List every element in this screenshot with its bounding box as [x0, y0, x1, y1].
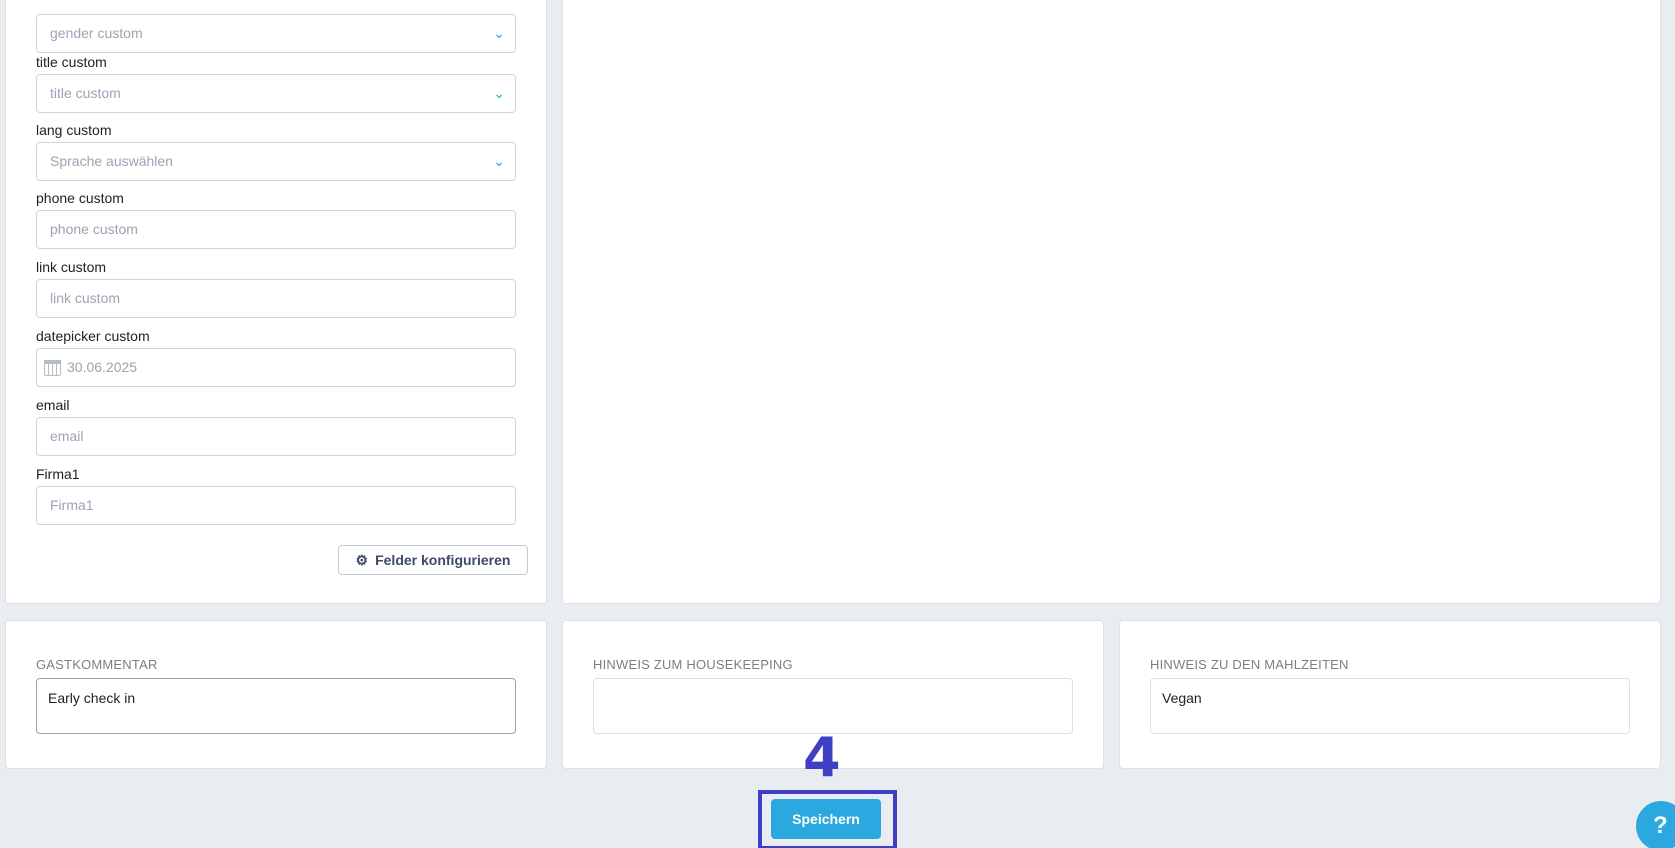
gear-icon: ⚙ — [355, 551, 369, 568]
datepicker-input-value: 30.06.2025 — [67, 359, 138, 375]
chevron-down-icon: ⌄ — [493, 153, 505, 169]
datepicker-input[interactable]: 30.06.2025 — [36, 348, 516, 387]
lang-select[interactable]: Sprache auswählen ⌄ — [36, 142, 516, 181]
chevron-down-icon: ⌄ — [493, 85, 505, 101]
datepicker-label: datepicker custom — [36, 328, 150, 344]
chevron-down-icon: ⌄ — [493, 25, 505, 41]
gender-select-placeholder: gender custom — [50, 25, 143, 41]
link-label: link custom — [36, 259, 107, 275]
right-panel-card — [562, 0, 1661, 604]
email-label: email — [36, 397, 70, 413]
configure-fields-label: Felder konfigurieren — [375, 552, 511, 568]
guest-comment-title: GASTKOMMENTAR — [36, 657, 158, 672]
firma1-input-placeholder: Firma1 — [50, 497, 94, 513]
phone-input[interactable]: phone custom — [36, 210, 516, 249]
meal-note-card: HINWEIS ZU DEN MAHLZEITEN Vegan — [1119, 620, 1661, 769]
meal-note-textarea[interactable]: Vegan — [1150, 678, 1630, 734]
help-icon: ? — [1653, 812, 1668, 839]
guest-comment-textarea[interactable]: Early check in — [36, 678, 516, 734]
help-button[interactable]: ? — [1636, 801, 1675, 848]
lang-label: lang custom — [36, 122, 112, 138]
step-annotation-number: 4 — [803, 726, 841, 789]
meal-note-title: HINWEIS ZU DEN MAHLZEITEN — [1150, 657, 1349, 672]
housekeeping-note-title: HINWEIS ZUM HOUSEKEEPING — [593, 657, 793, 672]
email-input[interactable]: email — [36, 417, 516, 456]
guest-comment-card: GASTKOMMENTAR Early check in — [5, 620, 547, 769]
link-input[interactable]: link custom — [36, 279, 516, 318]
link-input-placeholder: link custom — [50, 290, 121, 306]
gender-select[interactable]: gender custom ⌄ — [36, 14, 516, 53]
lang-select-placeholder: Sprache auswählen — [50, 153, 173, 169]
save-button[interactable]: Speichern — [771, 799, 881, 839]
title-select-placeholder: title custom — [50, 85, 121, 101]
firma1-label: Firma1 — [36, 466, 80, 482]
guest-fields-card: gender custom ⌄ title custom title custo… — [5, 0, 547, 604]
phone-label: phone custom — [36, 190, 124, 206]
phone-input-placeholder: phone custom — [50, 221, 138, 237]
firma1-input[interactable]: Firma1 — [36, 486, 516, 525]
email-input-placeholder: email — [50, 428, 84, 444]
title-label: title custom — [36, 54, 107, 70]
configure-fields-button[interactable]: ⚙ Felder konfigurieren — [338, 545, 528, 575]
calendar-icon — [44, 360, 61, 376]
title-select[interactable]: title custom ⌄ — [36, 74, 516, 113]
